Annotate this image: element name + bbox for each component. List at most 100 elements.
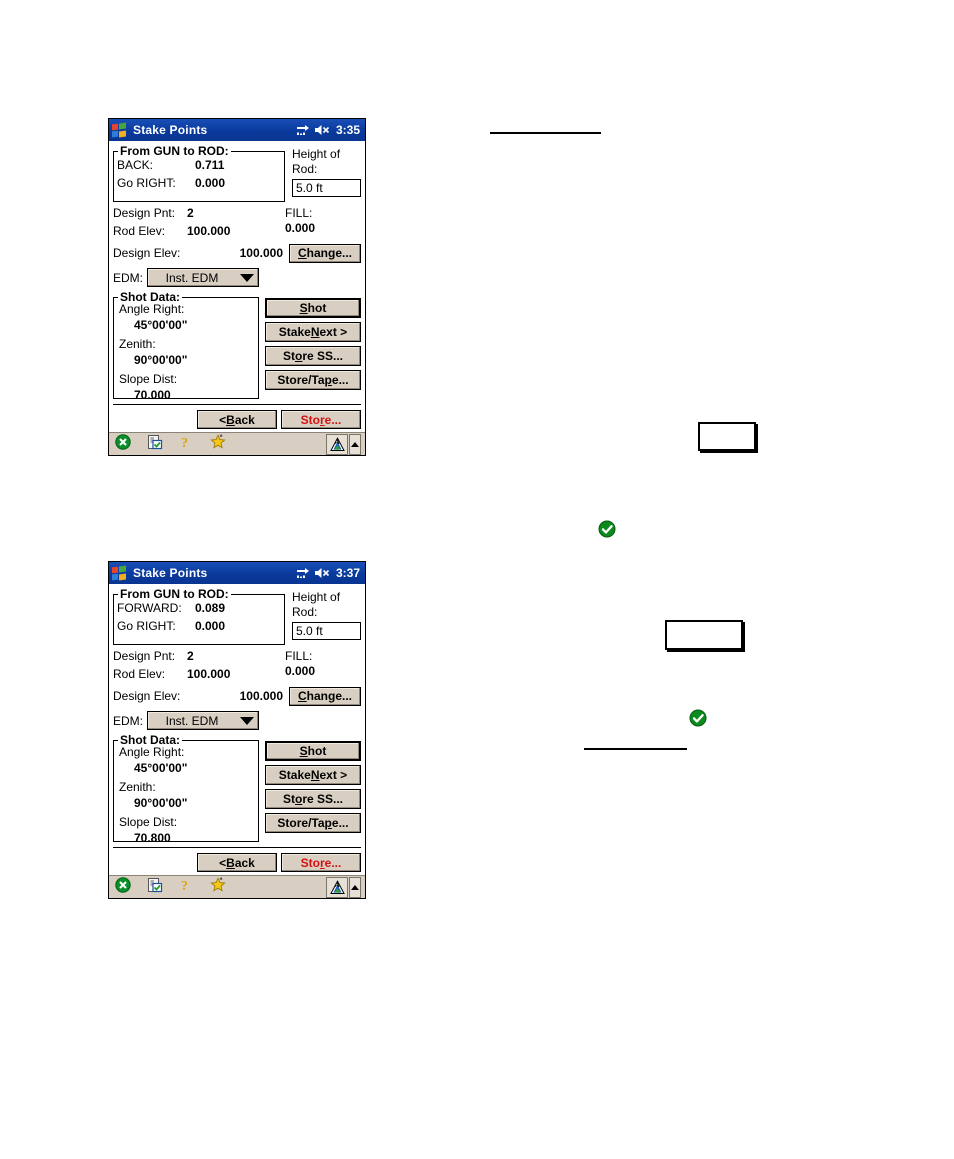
chevron-down-icon [236,716,258,725]
change-button[interactable]: Change... [289,686,361,706]
gun-to-rod-row: BACK: 0.711 [117,158,284,176]
up-arrow-icon[interactable] [349,876,361,898]
slope-dist-label: Slope Dist: [119,372,178,386]
shot-data-legend: Shot Data: [118,290,182,304]
svg-text:A: A [334,438,339,446]
store-button[interactable]: Sto r e... [281,853,361,872]
gun-to-rod-value: 0.000 [195,619,226,633]
height-of-rod-section: Height of Rod: 5.0 ft [285,587,361,640]
connectivity-icon[interactable] [296,567,310,579]
change-button[interactable]: Change... [289,243,361,263]
slope-dist-value: 70.000 [134,388,171,402]
taskbar: ? A [109,875,365,898]
gun-to-rod-row: Go RIGHT: 0.000 [117,619,284,637]
client-area: From GUN to ROD: FORWARD: 0.089 Go RIGHT… [109,584,365,875]
design-pnt-row: Design Pnt: 2 [113,206,361,224]
gun-to-rod-value: 0.089 [195,601,226,615]
svg-text:?: ? [181,436,188,450]
up-arrow-icon[interactable] [349,433,361,455]
top-row: From GUN to ROD: FORWARD: 0.089 Go RIGHT… [113,587,361,645]
height-of-rod-input[interactable]: 5.0 ft [292,622,361,640]
edm-select[interactable]: Inst. EDM [147,268,259,287]
edm-select[interactable]: Inst. EDM [147,711,259,730]
titlebar-icons: 3:35 [296,123,360,137]
stake-next-button[interactable]: Stake Next > [265,765,361,785]
clock: 3:35 [335,123,360,137]
connectivity-icon[interactable] [296,124,310,136]
gun-to-rod-value: 0.000 [195,176,226,190]
gun-to-rod-row: Go RIGHT: 0.000 [117,176,284,194]
angle-right-value: 45°00'00" [134,318,188,332]
height-of-rod-label-line1: Height of [292,590,341,604]
favorites-icon[interactable] [209,876,227,898]
input-panel-icon[interactable]: A [326,433,348,455]
close-icon[interactable] [115,433,131,455]
design-pnt-label: Design Pnt: [113,206,176,220]
rod-elev-row: Rod Elev: 100.000 [113,224,361,242]
shot-button[interactable]: Shot [265,298,361,318]
store-button[interactable]: Sto r e... [281,410,361,429]
height-of-rod-input[interactable]: 5.0 ft [292,179,361,197]
fill-value: 0.000 [285,664,316,678]
from-gun-to-rod-group: From GUN to ROD: FORWARD: 0.089 Go RIGHT… [113,587,285,645]
back-button[interactable]: < Back [197,853,277,872]
speaker-muted-icon[interactable] [314,124,331,136]
from-gun-to-rod-legend: From GUN to ROD: [118,587,231,601]
design-pnt-row: Design Pnt: 2 [113,649,361,667]
help-icon[interactable]: ? [179,434,193,455]
gun-to-rod-label: BACK: [117,158,154,172]
from-gun-to-rod-legend: From GUN to ROD: [118,144,231,158]
rod-elev-label: Rod Elev: [113,224,166,238]
windows-logo-icon [111,122,128,138]
slope-dist-value: 70.800 [134,831,171,845]
rod-elev-label: Rod Elev: [113,667,166,681]
fill-label: FILL: [285,206,313,220]
gun-to-rod-row: FORWARD: 0.089 [117,601,284,619]
info-block: Design Pnt: 2 Rod Elev: 100.000 Design E… [113,206,361,264]
store-tape-button[interactable]: Store/Ta p e... [265,370,361,390]
help-icon[interactable]: ? [179,877,193,898]
edm-selected-value: Inst. EDM [165,270,219,285]
window-title: Stake Points [133,123,208,137]
fill-section: FILL: 0.000 [285,206,315,235]
side-button-column: Shot Stake Next > St o re SS... Store/Ta p e… [265,297,361,399]
store-ss-button[interactable]: St o re SS... [265,346,361,366]
zenith-value: 90°00'00" [134,796,188,810]
close-icon[interactable] [115,876,131,898]
favorites-icon[interactable] [209,433,227,455]
design-pnt-value: 2 [187,206,194,220]
tasks-icon[interactable] [147,434,163,455]
design-pnt-label: Design Pnt: [113,649,176,663]
tasks-icon[interactable] [147,877,163,898]
angle-right-label: Angle Right: [119,745,185,759]
stake-next-button[interactable]: Stake Next > [265,322,361,342]
top-row: From GUN to ROD: BACK: 0.711 Go RIGHT: 0… [113,144,361,202]
store-ss-button[interactable]: St o re SS... [265,789,361,809]
fill-value: 0.000 [285,221,316,235]
angle-right-label: Angle Right: [119,302,185,316]
zenith-value: 90°00'00" [134,353,188,367]
windows-logo-icon [111,565,128,581]
back-button[interactable]: < Back [197,410,277,429]
input-panel-icon[interactable]: A [326,876,348,898]
edm-label: EDM: [113,713,143,728]
taskbar: ? A [109,432,365,455]
titlebar: Stake Points 3:37 [109,562,365,584]
shot-button[interactable]: Shot [265,741,361,761]
empty-callout-box-2 [665,620,743,650]
slope-dist-label: Slope Dist: [119,815,178,829]
side-button-column: Shot Stake Next > St o re SS... Store/Ta p e… [265,740,361,842]
design-elev-row: Design Elev: 100.000 Change... [113,243,361,263]
angle-right-value: 45°00'00" [134,761,188,775]
height-of-rod-label-line1: Height of [292,147,341,161]
speaker-muted-icon[interactable] [314,567,331,579]
design-elev-label: Design Elev: [113,689,181,703]
gun-to-rod-label: FORWARD: [117,601,182,615]
zenith-label: Zenith: [119,337,156,351]
store-tape-button[interactable]: Store/Ta p e... [265,813,361,833]
stake-points-window-1: Stake Points 3:35 From GUN to ROD: BACK:… [108,118,366,456]
design-elev-value: 100.000 [239,689,283,703]
height-of-rod-section: Height of Rod: 5.0 ft [285,144,361,197]
horizontal-rule-top [490,132,601,134]
rod-elev-value: 100.000 [187,224,231,238]
